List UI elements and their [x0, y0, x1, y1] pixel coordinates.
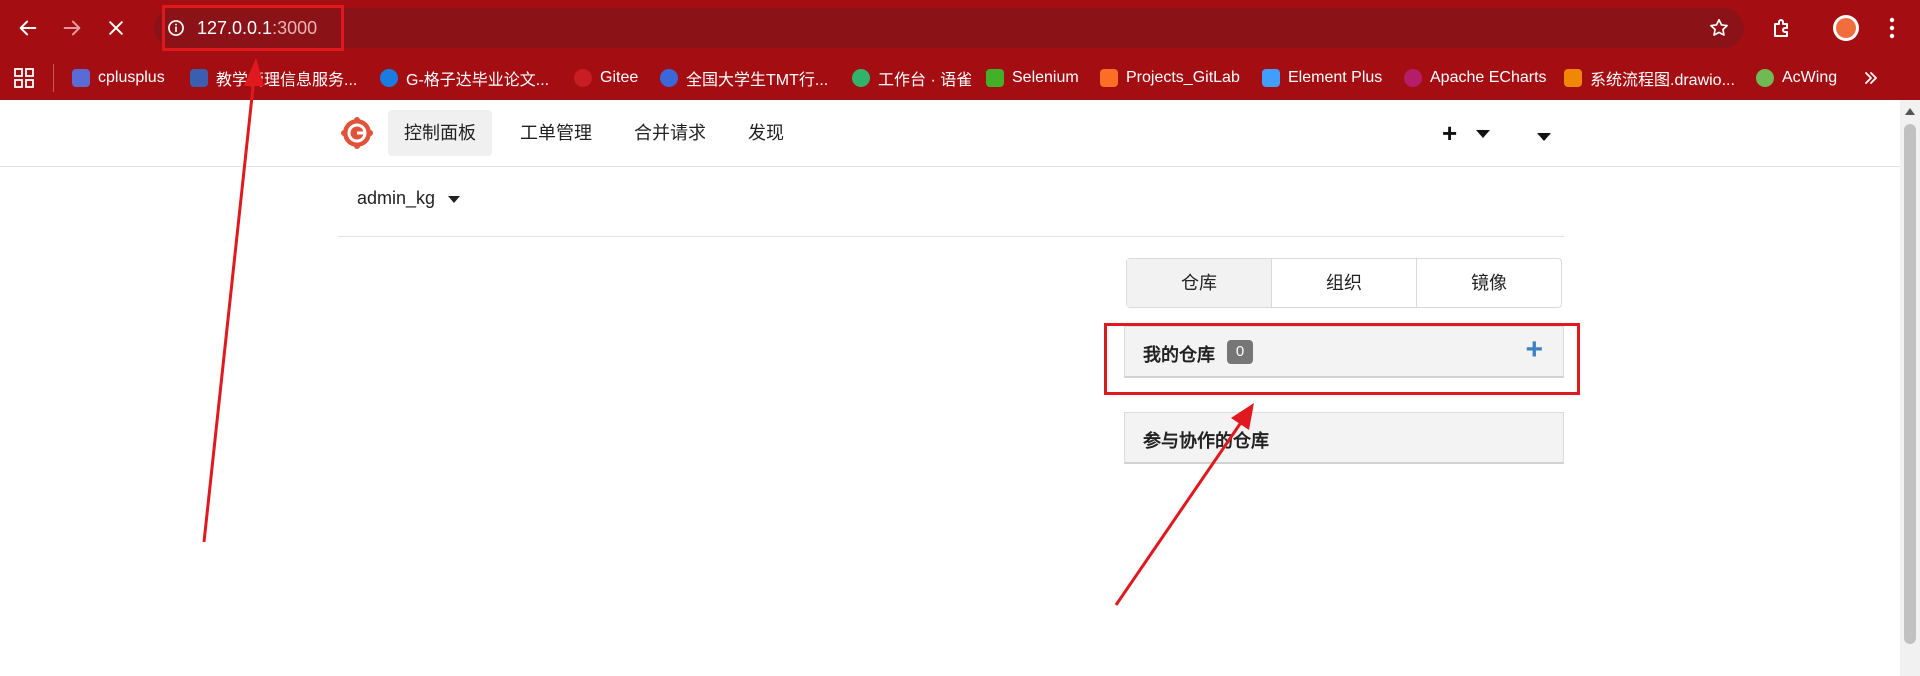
nav-dashboard[interactable]: 控制面板	[388, 110, 492, 156]
site-header: 控制面板 工单管理 合并请求 发现 +	[0, 100, 1900, 167]
gitee-icon	[574, 69, 592, 87]
bookmark-jiaoxue[interactable]: 教学管理信息服务...	[190, 66, 357, 90]
bookmark-label: G-格子达毕业论文...	[406, 72, 550, 89]
apps-button[interactable]	[14, 66, 34, 90]
gezida-icon	[380, 69, 398, 87]
tab-repositories[interactable]: 仓库	[1127, 259, 1272, 307]
context-switcher[interactable]: admin_kg	[357, 188, 461, 209]
create-button[interactable]: +	[1442, 120, 1457, 146]
bookmark-tmt[interactable]: 全国大学生TMT行...	[660, 66, 828, 90]
nav-issues[interactable]: 工单管理	[504, 110, 608, 156]
bookmark-echarts[interactable]: Apache ECharts	[1404, 66, 1547, 90]
cplusplus-icon	[72, 69, 90, 87]
context-user: admin_kg	[357, 188, 436, 208]
selenium-icon	[986, 69, 1004, 87]
bookmark-drawio[interactable]: 系统流程图.drawio...	[1564, 66, 1735, 90]
kebab-menu-icon	[1889, 17, 1895, 39]
bookmarks-overflow-button[interactable]	[1862, 66, 1880, 90]
scroll-thumb[interactable]	[1904, 124, 1916, 644]
acwing-icon	[1756, 69, 1774, 87]
bookmark-gitee[interactable]: Gitee	[574, 66, 638, 90]
extensions-button[interactable]	[1766, 12, 1798, 44]
nav-pulls[interactable]: 合并请求	[618, 110, 722, 156]
bookmark-cplusplus[interactable]: cplusplus	[72, 66, 165, 90]
bookmark-label: Gitee	[600, 69, 639, 86]
bookmark-gitlab[interactable]: Projects_GitLab	[1100, 66, 1240, 90]
star-icon[interactable]	[1708, 17, 1730, 39]
forward-button[interactable]	[56, 12, 88, 44]
bookmark-yuque[interactable]: 工作台 · 语雀	[852, 66, 972, 90]
bookmark-label: AcWing	[1782, 69, 1838, 86]
bookmark-label: 教学管理信息服务...	[216, 72, 358, 89]
jiaoxue-icon	[190, 69, 208, 87]
tmt-icon	[660, 69, 678, 87]
create-caret-icon[interactable]	[1476, 130, 1490, 138]
bookmark-label: Apache ECharts	[1430, 69, 1547, 86]
puzzle-icon	[1774, 19, 1788, 37]
tab-organizations[interactable]: 组织	[1272, 259, 1417, 307]
scroll-up-icon[interactable]	[1905, 108, 1915, 115]
bookmark-acwing[interactable]: AcWing	[1756, 66, 1837, 90]
yuque-icon	[852, 69, 870, 87]
menu-button[interactable]	[1876, 12, 1908, 44]
bookmark-gezida[interactable]: G-格子达毕业论文...	[380, 66, 549, 90]
chevron-down-icon	[448, 195, 461, 203]
bookmark-selenium[interactable]: Selenium	[986, 66, 1079, 90]
bookmark-label: 全国大学生TMT行...	[686, 72, 829, 89]
double-chevron-right-icon	[1865, 72, 1877, 84]
repo-type-tabs: 仓库 组织 镜像	[1126, 258, 1562, 308]
drawio-icon	[1564, 69, 1582, 87]
gitea-logo-icon[interactable]	[340, 116, 374, 150]
arrow-left-icon	[19, 20, 37, 36]
url-highlight-box	[162, 5, 344, 51]
bookmark-label: 系统流程图.drawio...	[1590, 72, 1735, 89]
stop-button[interactable]	[100, 12, 132, 44]
arrow-right-icon	[63, 20, 81, 36]
bookmark-label: Projects_GitLab	[1126, 69, 1240, 86]
bookmarks-bar: cplusplus 教学管理信息服务... G-格子达毕业论文... Gitee…	[0, 56, 1920, 100]
my-repos-highlight-box	[1104, 323, 1580, 395]
user-menu-caret-icon[interactable]	[1537, 133, 1551, 141]
apps-grid-icon	[14, 68, 34, 88]
page: 控制面板 工单管理 合并请求 发现 + admin_kg 仓库 组织 镜像 我的…	[0, 100, 1920, 676]
nav-explore[interactable]: 发现	[732, 110, 800, 156]
avatar	[1833, 15, 1859, 41]
element-plus-icon	[1262, 69, 1280, 87]
echarts-icon	[1404, 69, 1422, 87]
gitlab-icon	[1100, 69, 1118, 87]
divider	[338, 236, 1564, 237]
profile-button[interactable]	[1830, 12, 1862, 44]
collab-repos-panel: 参与协作的仓库	[1124, 412, 1564, 464]
close-icon	[109, 21, 123, 35]
address-bar[interactable]: 127.0.0.1:3000	[154, 8, 1744, 48]
bookmark-separator	[53, 64, 54, 92]
bookmark-label: Element Plus	[1288, 69, 1383, 86]
bookmark-element-plus[interactable]: Element Plus	[1262, 66, 1382, 90]
collab-repos-title: 参与协作的仓库	[1143, 431, 1269, 451]
tab-mirrors[interactable]: 镜像	[1417, 259, 1561, 307]
bookmark-label: cplusplus	[98, 69, 165, 86]
bookmark-label: Selenium	[1012, 69, 1079, 86]
page-scrollbar[interactable]	[1900, 100, 1920, 676]
back-button[interactable]	[12, 12, 44, 44]
bookmark-label: 工作台 · 语雀	[878, 72, 973, 89]
